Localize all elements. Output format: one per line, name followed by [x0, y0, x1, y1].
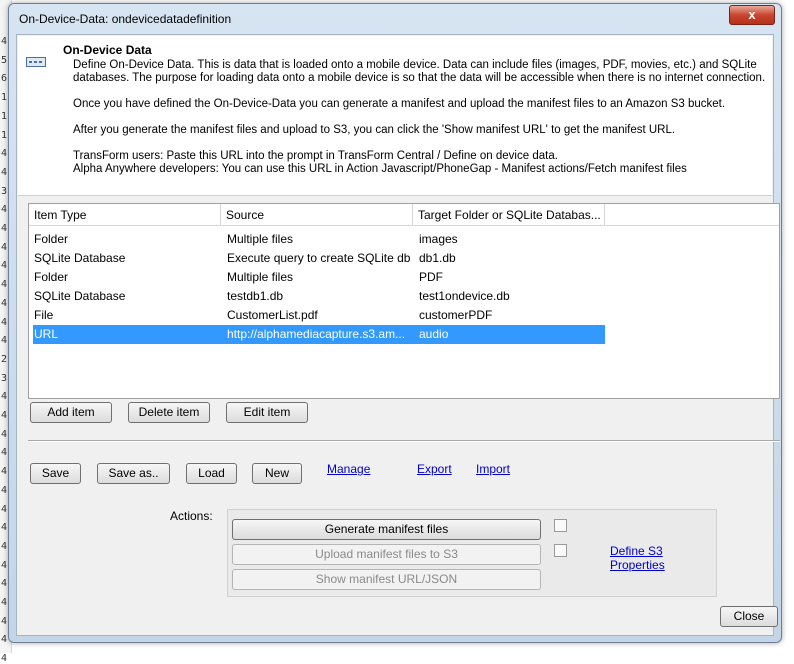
gutter-line-number: 4 [1, 241, 8, 253]
actions-label: Actions: [170, 509, 213, 523]
gutter-line-number: 4 [1, 653, 8, 664]
gutter-line-number: 4 [1, 279, 8, 291]
table-row[interactable]: SQLite Database Execute query to create … [33, 249, 605, 268]
table-row[interactable]: Folder Multiple files images [33, 230, 605, 249]
table-row-selected[interactable]: URL http://alphamediacapture.s3.am... au… [33, 325, 605, 344]
upload-status-checkbox [554, 544, 567, 557]
table-row[interactable]: Folder Multiple files PDF [33, 268, 605, 287]
gutter-line-number: 4 [1, 484, 8, 496]
gutter-line-number: 4 [1, 540, 8, 552]
add-item-button[interactable]: Add item [30, 402, 112, 423]
cell-target: test1ondevice.db [419, 289, 510, 303]
cell-source: Execute query to create SQLite db [227, 251, 411, 265]
show-manifest-url-button: Show manifest URL/JSON [232, 569, 541, 590]
window-close-button[interactable]: x [729, 5, 775, 25]
gutter-line-number: 4 [1, 410, 8, 421]
cell-source: Multiple files [227, 270, 294, 284]
save-button[interactable]: Save [30, 463, 81, 484]
cell-item-type: SQLite Database [34, 289, 126, 303]
save-as-button[interactable]: Save as.. [97, 463, 170, 484]
gutter-line-number: 4 [1, 297, 8, 309]
info-paragraph-2: Once you have defined the On-Device-Data… [73, 98, 726, 110]
load-button[interactable]: Load [186, 463, 237, 484]
cell-source: http://alphamediacapture.s3.am... [227, 327, 406, 341]
define-s3-properties-link[interactable]: Define S3 Properties [610, 544, 716, 572]
upload-manifest-button: Upload manifest files to S3 [232, 544, 541, 565]
info-paragraph-3: After you generate the manifest files an… [73, 124, 676, 136]
separator [28, 440, 780, 442]
column-header-target[interactable]: Target Folder or SQLite Databas... [413, 204, 605, 226]
column-header-source[interactable]: Source [221, 204, 413, 226]
gutter-line-number: 5 [1, 54, 8, 66]
gutter-line-number: 4 [1, 466, 8, 478]
gutter-line-number: 4 [1, 447, 8, 459]
gutter-line-number: 4 [1, 260, 8, 272]
gutter-line-number: 4 [1, 148, 8, 160]
window-title: On-Device-Data: ondevicedatadefinition [19, 12, 232, 26]
gutter-line-number: 4 [1, 335, 8, 347]
cell-item-type: URL [34, 327, 59, 341]
import-link[interactable]: Import [476, 462, 510, 476]
on-device-data-grid[interactable]: Item Type Source Target Folder or SQLite… [28, 203, 780, 399]
dialog-client-area: On-Device Data Define On-Device Data. Th… [16, 34, 780, 636]
edit-item-button[interactable]: Edit item [226, 402, 308, 423]
cell-source: testdb1.db [227, 289, 284, 303]
info-paragraph-5: Alpha Anywhere developers: You can use t… [73, 163, 687, 175]
cell-source: Multiple files [227, 232, 294, 246]
data-grid-icon [26, 57, 46, 67]
new-button[interactable]: New [252, 463, 302, 484]
gutter-line-number: 6 [1, 73, 8, 85]
table-row[interactable]: SQLite Database testdb1.db test1ondevice… [33, 287, 605, 306]
gutter-line-number: 1 [1, 129, 8, 141]
gutter-line-number: 4 [1, 578, 8, 590]
grid-header: Item Type Source Target Folder or SQLite… [29, 204, 779, 226]
gutter-line-number: 4 [1, 316, 8, 328]
gutter-line-number: 1 [1, 110, 8, 122]
gutter-line-number: 3 [1, 372, 8, 384]
gutter-line-number: 4 [1, 559, 8, 571]
generate-manifest-button[interactable]: Generate manifest files [232, 519, 541, 540]
cell-target: customerPDF [419, 308, 493, 322]
cell-item-type: File [34, 308, 54, 322]
gutter-line-number: 3 [1, 185, 8, 197]
gutter-line-number: 4 [1, 615, 8, 627]
gutter-line-number: 2 [1, 353, 8, 365]
gutter-line-number: 1 [1, 92, 8, 104]
info-panel: On-Device Data Define On-Device Data. Th… [18, 36, 772, 196]
dialog-window: On-Device-Data: ondevicedatadefinition x… [8, 3, 782, 643]
cell-item-type: Folder [34, 270, 69, 284]
info-paragraph-4: TransForm users: Paste this URL into the… [73, 150, 558, 162]
actions-panel: Generate manifest files Upload manifest … [227, 509, 717, 597]
delete-item-button[interactable]: Delete item [128, 402, 210, 423]
generate-status-checkbox [554, 519, 567, 532]
gutter-line-number: 4 [1, 223, 8, 234]
gutter-line-number: 4 [1, 503, 8, 515]
gutter-line-number: 4 [1, 166, 8, 178]
cell-target: db1.db [419, 251, 456, 265]
gutter-line-number: 4 [1, 36, 8, 47]
gutter-line-number: 4 [1, 634, 8, 646]
cell-target: images [419, 232, 458, 246]
gutter-line-number: 4 [1, 522, 8, 534]
info-paragraph-1b: databases. The purpose for loading data … [73, 72, 766, 84]
cell-item-type: Folder [34, 232, 69, 246]
gutter-line-number: 4 [1, 391, 8, 403]
cell-target: audio [419, 327, 449, 341]
cell-target: PDF [419, 270, 443, 284]
close-button[interactable]: Close [720, 606, 778, 627]
gutter-line-number: 4 [1, 204, 8, 216]
table-row[interactable]: File CustomerList.pdf customerPDF [33, 306, 605, 325]
manage-link[interactable]: Manage [327, 462, 370, 476]
export-link[interactable]: Export [417, 462, 452, 476]
column-header-item-type[interactable]: Item Type [29, 204, 221, 226]
cell-item-type: SQLite Database [34, 251, 126, 265]
gutter-line-number: 4 [1, 597, 8, 608]
info-title: On-Device Data [63, 43, 152, 57]
gutter-line-number: 4 [1, 428, 8, 440]
info-paragraph-1: Define On-Device Data. This is data that… [73, 59, 757, 71]
cell-source: CustomerList.pdf [227, 308, 318, 322]
